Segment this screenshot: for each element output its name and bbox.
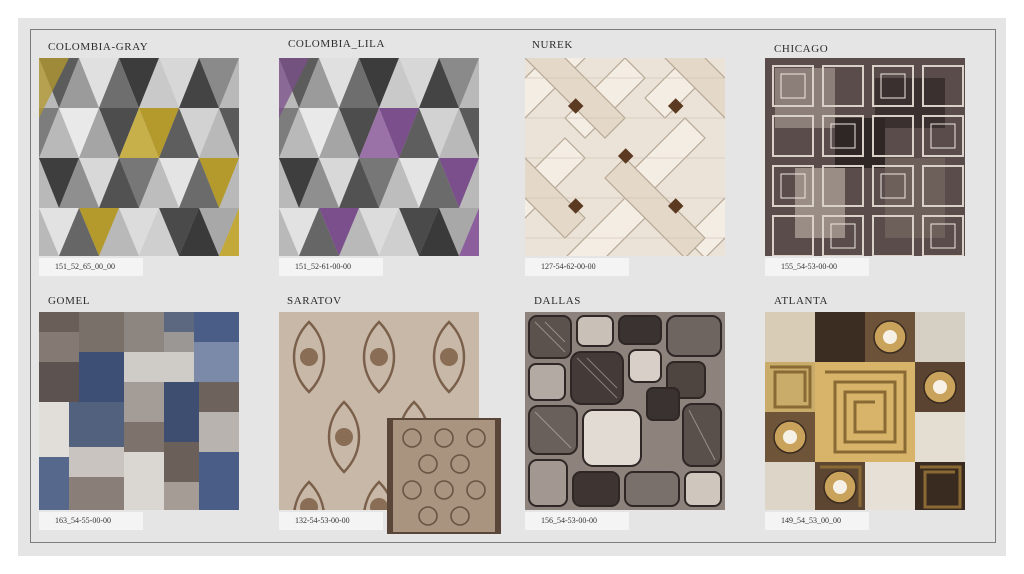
- carpet-swatch-image[interactable]: [39, 58, 239, 256]
- product-code: 132-54-53-00-00: [279, 512, 383, 530]
- carpet-swatch-image[interactable]: [39, 312, 239, 510]
- product-code: 149_54_53_00_00: [765, 512, 869, 530]
- product-code: 127-54-62-00-00: [525, 258, 629, 276]
- product-title: ATLANTA: [774, 295, 829, 307]
- product-title: GOMEL: [48, 295, 91, 307]
- product-title: COLOMBIA_LILA: [288, 38, 386, 50]
- product-code: 156_54-53-00-00: [525, 512, 629, 530]
- product-code: 151_52-61-00-00: [279, 258, 383, 276]
- carpet-swatch-image[interactable]: [525, 312, 725, 510]
- product-title: SARATOV: [287, 295, 342, 307]
- carpet-swatch-image[interactable]: [525, 58, 725, 256]
- carpet-swatch-image[interactable]: [765, 312, 965, 510]
- product-title: DALLAS: [534, 295, 581, 307]
- runner-sample-image: [387, 418, 501, 534]
- carpet-swatch-image[interactable]: [765, 58, 965, 256]
- product-title: CHICAGO: [774, 43, 829, 55]
- product-code: 151_52_65_00_00: [39, 258, 143, 276]
- carpet-swatch-image[interactable]: [279, 58, 479, 256]
- product-title: NUREK: [532, 39, 573, 51]
- product-code: 163_54-55-00-00: [39, 512, 143, 530]
- product-code: 155_54-53-00-00: [765, 258, 869, 276]
- product-title: COLOMBIA-GRAY: [48, 41, 149, 53]
